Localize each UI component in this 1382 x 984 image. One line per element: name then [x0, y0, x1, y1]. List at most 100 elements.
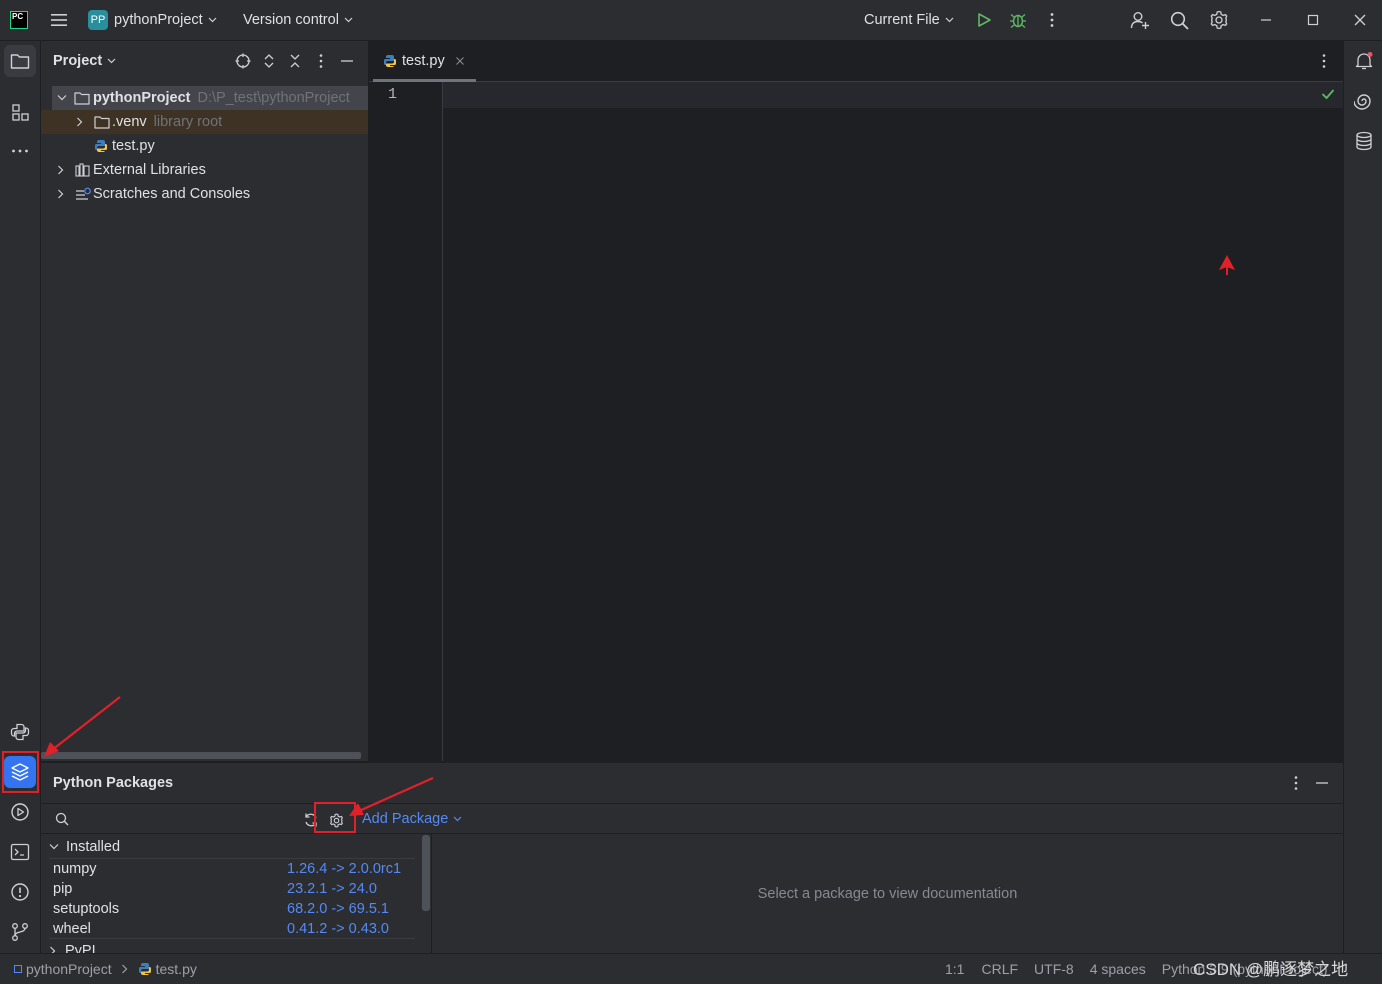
divider [41, 803, 1343, 804]
project-options-button[interactable] [318, 53, 324, 69]
minimize-icon [341, 60, 353, 62]
gear-icon [1210, 10, 1228, 30]
crosshair-icon [235, 53, 251, 69]
editor-tab-options-button[interactable] [1321, 53, 1327, 69]
tree-item-venv[interactable]: .venv library root [41, 110, 368, 134]
watermark: CSDN @鹏逐梦之地 [1193, 959, 1349, 979]
search-icon [1170, 11, 1189, 30]
problems-tool-button[interactable] [4, 876, 36, 908]
locate-file-button[interactable] [235, 53, 251, 69]
annotation-highlight-box [2, 751, 39, 793]
chevron-down-icon [57, 95, 67, 101]
run-button[interactable] [976, 0, 992, 40]
services-tool-button[interactable] [4, 796, 36, 828]
vertical-scrollbar[interactable] [422, 835, 430, 911]
package-version[interactable]: 23.2.1 -> 24.0 [287, 881, 377, 897]
more-actions-button[interactable] [1049, 0, 1055, 40]
hamburger-menu-icon [51, 14, 67, 26]
red-arrow-icon [1219, 255, 1235, 275]
project-badge: PP [88, 10, 108, 30]
caret-position[interactable]: 1:1 [945, 961, 964, 977]
divider [49, 938, 415, 939]
hide-packages-panel-button[interactable] [1315, 775, 1329, 791]
file-encoding[interactable]: UTF-8 [1034, 961, 1074, 977]
run-config-selector[interactable]: Current File [864, 0, 954, 40]
line-separator[interactable]: CRLF [981, 961, 1018, 977]
package-row-pip[interactable]: pip 23.2.1 -> 24.0 [41, 879, 415, 899]
chevron-down-icon [453, 816, 462, 822]
python-file-icon [95, 140, 107, 153]
ai-assistant-tool-button[interactable] [1348, 85, 1380, 117]
bug-icon [1010, 14, 1026, 28]
terminal-tool-button[interactable] [4, 836, 36, 868]
module-icon [14, 965, 22, 973]
search-everywhere-button[interactable] [1170, 0, 1189, 40]
chevron-down-icon [49, 844, 59, 850]
close-icon[interactable] [455, 56, 465, 66]
breadcrumb: pythonProject test.py [14, 954, 197, 984]
tree-item-project-root[interactable]: pythonProject D:\P_test\pythonProject [52, 86, 368, 110]
editor-tab-test-py[interactable]: test.py [369, 41, 476, 82]
minimize-window-button[interactable] [1259, 0, 1273, 40]
version-control-selector[interactable]: Version control [243, 0, 353, 40]
vertical-dots-icon [1322, 54, 1326, 68]
pypi-group-header[interactable]: PyPI [49, 941, 96, 953]
library-icon [75, 163, 90, 177]
main-menu-button[interactable] [50, 0, 68, 40]
python-console-button[interactable] [4, 716, 36, 748]
tree-item-test-py[interactable]: test.py [41, 134, 368, 158]
maximize-window-button[interactable] [1306, 0, 1320, 40]
git-tool-button[interactable] [4, 916, 36, 948]
structure-tool-button[interactable] [4, 96, 36, 128]
package-row-numpy[interactable]: numpy 1.26.4 -> 2.0.0rc1 [41, 859, 415, 879]
bell-icon [1355, 52, 1373, 70]
project-name-label: pythonProject [114, 12, 203, 28]
tree-item-external-libraries[interactable]: External Libraries [41, 158, 368, 182]
title-bar: PC PP pythonProject Version control Curr… [0, 0, 1382, 41]
package-search-input[interactable] [49, 807, 299, 831]
vertical-dots-icon [319, 54, 323, 68]
python-file-icon [138, 963, 151, 976]
breadcrumb-file[interactable]: test.py [156, 961, 197, 977]
chevron-right-icon [50, 946, 56, 953]
package-version[interactable]: 68.2.0 -> 69.5.1 [287, 901, 389, 917]
packages-options-button[interactable] [1293, 775, 1299, 791]
package-row-setuptools[interactable]: setuptools 68.2.0 -> 69.5.1 [41, 899, 415, 919]
package-name: setuptools [53, 901, 120, 917]
database-tool-button[interactable] [1348, 125, 1380, 157]
git-branch-icon [12, 923, 28, 941]
project-panel-title[interactable]: Project [53, 41, 116, 81]
close-window-button[interactable] [1353, 0, 1367, 40]
expand-all-button[interactable] [263, 53, 275, 69]
chevron-right-icon [58, 165, 64, 175]
debug-button[interactable] [1009, 0, 1027, 40]
notifications-tool-button[interactable] [1348, 45, 1380, 77]
package-row-wheel[interactable]: wheel 0.41.2 -> 0.43.0 [41, 919, 415, 939]
tree-item-label: Scratches and Consoles [93, 186, 251, 202]
chevron-down-icon [344, 17, 353, 23]
editor-area[interactable] [369, 41, 1343, 761]
collapse-icon [290, 54, 300, 68]
package-version[interactable]: 0.41.2 -> 0.43.0 [287, 921, 389, 937]
tree-item-scratches[interactable]: Scratches and Consoles [41, 182, 368, 206]
terminal-icon [10, 843, 30, 861]
project-tool-button[interactable] [4, 45, 36, 77]
annotation-arrow-up [1217, 254, 1237, 276]
chevron-right-icon [121, 964, 127, 974]
tree-item-label: test.py [112, 138, 155, 154]
code-with-me-button[interactable] [1130, 0, 1150, 40]
settings-button[interactable] [1209, 0, 1229, 40]
scratches-icon [76, 187, 91, 200]
hide-panel-button[interactable] [340, 53, 354, 69]
package-version[interactable]: 1.26.4 -> 2.0.0rc1 [287, 861, 401, 877]
package-list: Installed numpy 1.26.4 -> 2.0.0rc1 pip 2… [41, 835, 423, 953]
tree-item-path-hint: D:\P_test\pythonProject [197, 90, 350, 106]
breadcrumb-project[interactable]: pythonProject [26, 961, 112, 977]
project-selector[interactable]: PP pythonProject [88, 0, 217, 40]
collapse-all-button[interactable] [289, 53, 301, 69]
indentation[interactable]: 4 spaces [1090, 961, 1146, 977]
inspection-status-indicator[interactable] [1321, 88, 1335, 100]
more-tools-button[interactable] [4, 135, 36, 167]
python-console-icon [10, 723, 30, 741]
installed-group-header[interactable]: Installed [49, 837, 120, 857]
